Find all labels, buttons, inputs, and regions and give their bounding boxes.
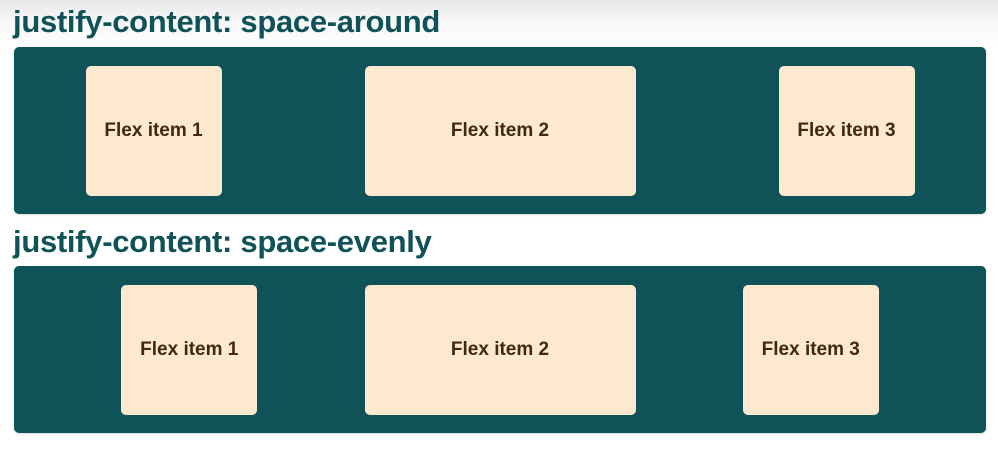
flex-item-2: Flex item 2 <box>364 284 636 415</box>
section-title-space-around: justify-content: space-around <box>13 4 441 39</box>
flex-item-1: Flex item 1 <box>85 65 222 196</box>
flex-item-2: Flex item 2 <box>364 65 636 196</box>
section-title-space-evenly: justify-content: space-evenly <box>13 224 432 259</box>
flex-container-space-evenly: Flex item 1 Flex item 2 Flex item 3 <box>14 266 986 433</box>
flex-container-space-around: Flex item 1 Flex item 2 Flex item 3 <box>14 47 986 214</box>
flex-item-3: Flex item 3 <box>742 284 879 415</box>
flex-item-3: Flex item 3 <box>778 65 915 196</box>
flex-item-1: Flex item 1 <box>121 284 258 415</box>
